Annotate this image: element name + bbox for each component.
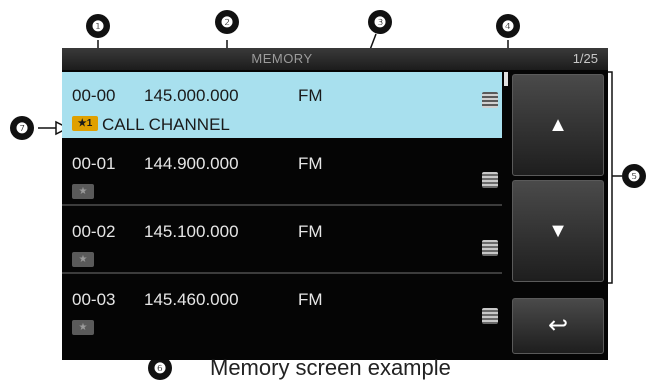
star-icon: ★ [72, 320, 94, 335]
return-arrow-icon: ↩ [547, 312, 569, 339]
memory-name: CALL CHANNEL [102, 115, 230, 134]
channel-number: 00-00 [72, 86, 116, 105]
mode: FM [298, 154, 323, 173]
scroll-down-button[interactable]: ▼ [512, 180, 604, 282]
memory-row[interactable]: 00-03 145.460.000 FM ★ [62, 276, 502, 342]
mode: FM [298, 222, 323, 241]
memory-screen: MEMORY 1/25 00-00 145.000.000 FM ★1 CALL… [62, 48, 608, 360]
scroll-up-button[interactable]: ▲ [512, 74, 604, 176]
channel-number: 00-01 [72, 154, 116, 173]
memory-row[interactable]: 00-02 145.100.000 FM ★ [62, 208, 502, 274]
triangle-up-icon: ▲ [548, 114, 568, 136]
callout-7: ❼ [10, 116, 34, 140]
quick-menu-icon[interactable] [482, 92, 498, 108]
memory-row[interactable]: 00-00 145.000.000 FM ★1 CALL CHANNEL [62, 72, 502, 138]
memory-row[interactable]: 00-01 144.900.000 FM ★ [62, 140, 502, 206]
frequency: 144.900.000 [144, 154, 239, 173]
callout-2: ❷ [215, 10, 239, 34]
frequency: 145.100.000 [144, 222, 239, 241]
quick-menu-icon[interactable] [482, 172, 498, 188]
mode: FM [298, 86, 323, 105]
triangle-down-icon: ▼ [548, 220, 568, 242]
callout-4: ❹ [496, 14, 520, 38]
caption: Memory screen example [210, 355, 451, 380]
star-icon: ★1 [72, 116, 98, 131]
mode: FM [298, 290, 323, 309]
quick-menu-icon[interactable] [482, 308, 498, 324]
title-bar: MEMORY 1/25 [62, 48, 608, 70]
callout-5: ❺ [622, 164, 646, 188]
callout-3: ❸ [368, 10, 392, 34]
page-indicator: 1/25 [572, 51, 598, 66]
star-icon: ★ [72, 184, 94, 199]
screen-title: MEMORY [251, 51, 313, 66]
callout-1: ❶ [86, 14, 110, 38]
back-button[interactable]: ↩ [512, 298, 604, 354]
channel-number: 00-02 [72, 222, 116, 241]
channel-number: 00-03 [72, 290, 116, 309]
quick-menu-icon[interactable] [482, 240, 498, 256]
frequency: 145.460.000 [144, 290, 239, 309]
star-icon: ★ [72, 252, 94, 267]
scrollbar-thumb[interactable] [504, 72, 508, 86]
frequency: 145.000.000 [144, 86, 239, 105]
